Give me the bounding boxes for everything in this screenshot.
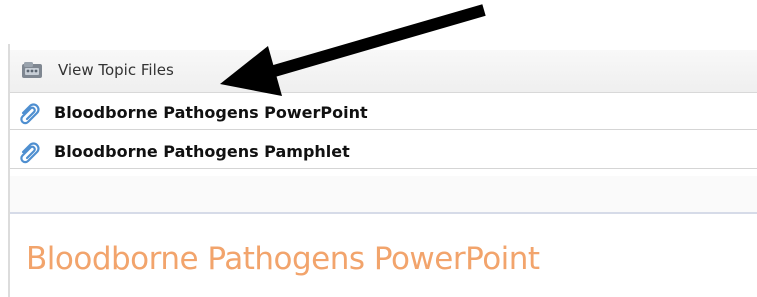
annotation-arrow-icon: [220, 4, 486, 96]
view-topic-files-link[interactable]: View Topic Files: [58, 60, 174, 80]
section-heading: Bloodborne Pathogens PowerPoint: [26, 241, 540, 277]
file-link-pamphlet[interactable]: Bloodborne Pathogens Pamphlet: [54, 142, 350, 162]
page: View Topic Files Bloodborne Pathogens Po…: [0, 0, 757, 297]
folder-icon: [22, 62, 42, 78]
section-divider: [10, 212, 757, 214]
empty-row: [10, 176, 757, 212]
paperclip-icon: [20, 142, 40, 164]
file-list-item[interactable]: Bloodborne Pathogens Pamphlet: [10, 138, 757, 169]
paperclip-icon: [20, 103, 40, 125]
